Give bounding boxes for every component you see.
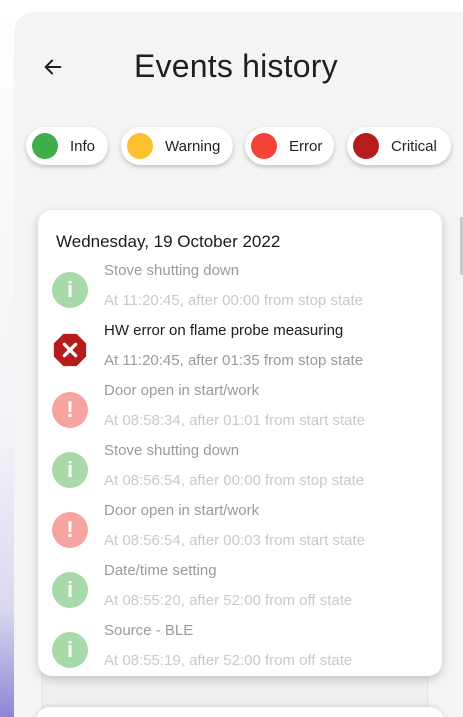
event-row[interactable]: i Stove shutting down At 08:56:54, after… bbox=[50, 442, 430, 500]
filter-chip-label: Warning bbox=[165, 137, 221, 155]
app-bar: Events history bbox=[14, 12, 463, 112]
info-icon: i bbox=[52, 572, 88, 608]
event-row[interactable]: HW error on flame probe measuring At 11:… bbox=[50, 322, 430, 380]
page-title: Events history bbox=[134, 48, 338, 84]
event-level-icon: i bbox=[52, 632, 88, 668]
device-edge bbox=[0, 0, 14, 717]
filter-chip-info[interactable]: Info bbox=[26, 127, 108, 165]
event-title: Door open in start/work bbox=[104, 382, 260, 399]
event-row[interactable]: ! Door open in start/work At 08:56:54, a… bbox=[50, 502, 430, 560]
info-color-dot bbox=[32, 133, 58, 159]
event-row[interactable]: i Source - BLE At 08:55:19, after 52:00 … bbox=[50, 622, 430, 680]
event-row[interactable]: i Date/time setting At 08:55:20, after 5… bbox=[50, 562, 430, 620]
event-title: Stove shutting down bbox=[104, 442, 240, 459]
filter-chip-warning[interactable]: Warning bbox=[121, 127, 233, 165]
arrow-left-icon bbox=[44, 59, 62, 75]
event-level-icon: i bbox=[52, 572, 88, 608]
error-icon: ! bbox=[52, 512, 88, 548]
event-title: Source - BLE bbox=[104, 622, 194, 639]
event-title: HW error on flame probe measuring bbox=[104, 322, 344, 339]
filter-chip-label: Error bbox=[289, 137, 323, 155]
event-level-icon bbox=[52, 332, 88, 368]
event-title: Date/time setting bbox=[104, 562, 217, 579]
filter-chip-label: Critical bbox=[391, 137, 437, 155]
back-button[interactable] bbox=[36, 50, 70, 84]
critical-color-dot bbox=[353, 133, 379, 159]
event-row[interactable]: ! Door open in start/work At 08:58:34, a… bbox=[50, 382, 430, 440]
info-icon: i bbox=[52, 272, 88, 308]
event-level-icon: ! bbox=[52, 392, 88, 428]
event-level-icon: i bbox=[52, 272, 88, 308]
event-detail: At 11:20:45, after 00:00 from stop state bbox=[104, 292, 364, 309]
filter-chip-critical[interactable]: Critical bbox=[347, 127, 451, 165]
info-icon: i bbox=[52, 632, 88, 668]
error-icon: ! bbox=[52, 392, 88, 428]
filter-chip-label: Info bbox=[70, 137, 96, 155]
event-detail: At 08:56:54, after 00:03 from start stat… bbox=[104, 532, 365, 549]
event-title: Door open in start/work bbox=[104, 502, 260, 519]
event-level-icon: ! bbox=[52, 512, 88, 548]
app-screen: Events history Info Warning Error Critic… bbox=[14, 12, 463, 717]
event-detail: At 08:56:54, after 00:00 from stop state bbox=[104, 472, 365, 489]
info-icon: i bbox=[52, 452, 88, 488]
event-detail: At 11:20:45, after 01:35 from stop state bbox=[104, 352, 364, 369]
day-events-card: Wednesday, 19 October 2022 i Stove shutt… bbox=[38, 210, 442, 676]
event-detail: At 08:55:20, after 52:00 from off state bbox=[104, 592, 353, 609]
filter-chip-error[interactable]: Error bbox=[245, 127, 334, 165]
critical-error-icon bbox=[53, 333, 87, 367]
event-row[interactable]: i Stove shutting down At 11:20:45, after… bbox=[50, 262, 430, 320]
day-date-heading: Wednesday, 19 October 2022 bbox=[56, 232, 281, 251]
event-level-icon: i bbox=[52, 452, 88, 488]
next-day-card bbox=[36, 707, 444, 717]
event-detail: At 08:55:19, after 52:00 from off state bbox=[104, 652, 353, 669]
warning-color-dot bbox=[127, 133, 153, 159]
error-color-dot bbox=[251, 133, 277, 159]
event-title: Stove shutting down bbox=[104, 262, 240, 279]
event-detail: At 08:58:34, after 01:01 from start stat… bbox=[104, 412, 365, 429]
